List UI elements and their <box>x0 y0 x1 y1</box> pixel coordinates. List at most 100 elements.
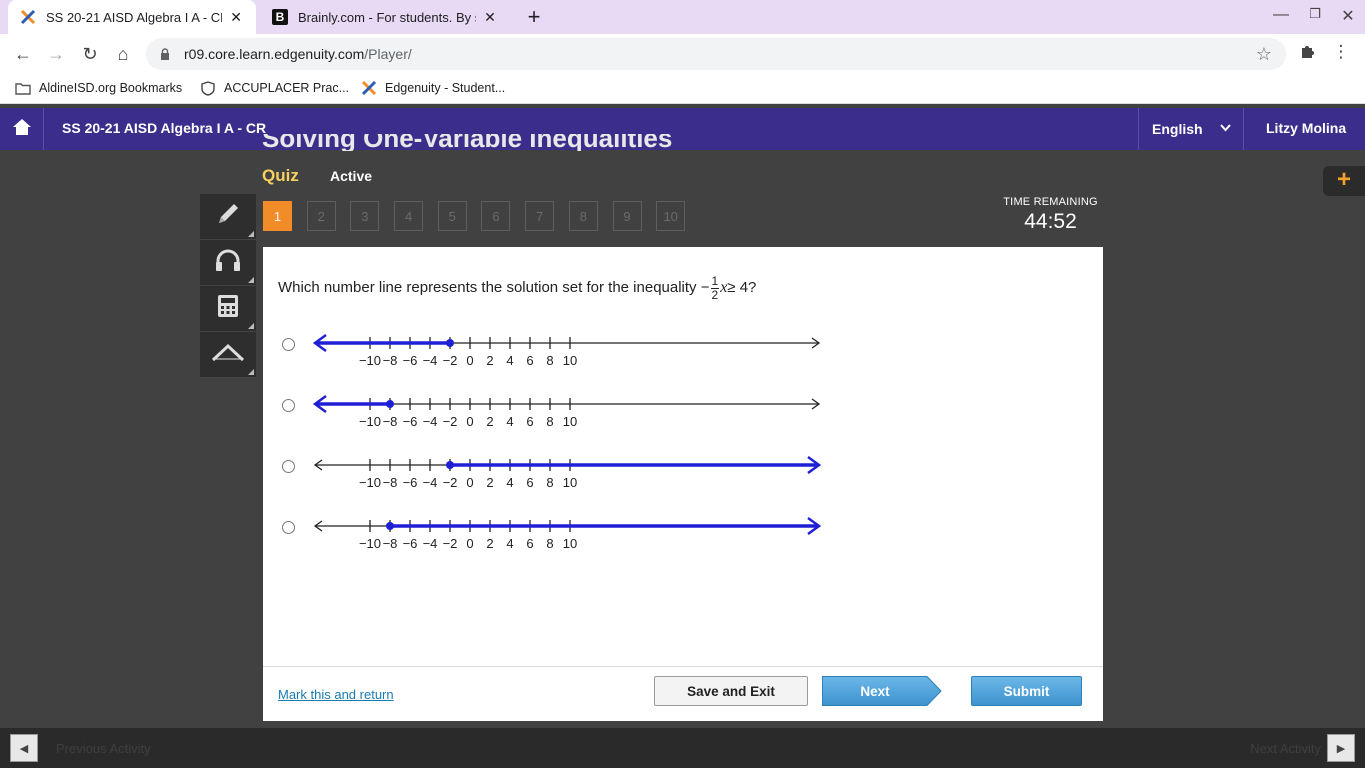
tick-label: −6 <box>403 475 418 489</box>
tick-label: 2 <box>486 353 493 367</box>
back-icon[interactable]: ← <box>11 42 35 66</box>
tab-close-icon[interactable]: ✕ <box>228 9 244 26</box>
bookmark-label: Edgenuity - Student... <box>385 81 506 95</box>
tick-label: 0 <box>466 414 473 428</box>
question-text: Which number line represents the solutio… <box>278 274 756 302</box>
bookmark-aldine[interactable]: AldineISD.org Bookmarks <box>15 80 182 96</box>
tick-label: 10 <box>563 414 577 428</box>
question-button-4[interactable]: 4 <box>394 201 424 231</box>
tick-label: −4 <box>423 353 438 367</box>
language-value: English <box>1152 121 1203 137</box>
calculator-tool-button[interactable] <box>200 286 256 332</box>
tick-label: 4 <box>506 414 513 428</box>
answer-option-2[interactable]: −10 −8 −6 −4 −2 0 2 4 6 8 10 <box>282 384 822 428</box>
tick-label: −10 <box>359 353 381 367</box>
plus-icon[interactable]: + <box>1323 166 1365 196</box>
number-line-graph: −10 −8 −6 −4 −2 0 2 4 6 8 10 <box>313 516 822 550</box>
tick-label: −10 <box>359 414 381 428</box>
minus-sign: − <box>700 279 710 296</box>
answer-option-1[interactable]: −10 −8 −6 −4 −2 0 2 4 6 8 10 <box>282 323 822 367</box>
question-button-5[interactable]: 5 <box>437 201 467 231</box>
edgenuity-x-icon <box>20 9 36 25</box>
bookmarks-bar: AldineISD.org Bookmarks ACCUPLACER Prac.… <box>0 74 1365 104</box>
bookmark-star-icon[interactable]: ☆ <box>1256 44 1272 65</box>
audio-tool-button[interactable] <box>200 240 256 286</box>
forward-icon[interactable]: → <box>44 42 68 66</box>
tab-brainly[interactable]: B Brainly.com - For students. By stu ✕ <box>260 0 510 34</box>
answer-option-3[interactable]: −10 −8 −6 −4 −2 0 2 4 6 8 10 <box>282 445 822 489</box>
question-button-3[interactable]: 3 <box>350 201 380 231</box>
tick-label: −8 <box>383 353 398 367</box>
tick-label: 10 <box>563 536 577 550</box>
restore-icon[interactable]: ❐ <box>1304 6 1326 22</box>
variable: x <box>720 278 728 296</box>
question-button-2[interactable]: 2 <box>306 201 336 231</box>
url-path: /Player/ <box>364 46 412 62</box>
question-button-1[interactable]: 1 <box>263 201 292 231</box>
language-select[interactable]: English <box>1138 108 1244 150</box>
timer-label: TIME REMAINING <box>1003 196 1098 208</box>
window-close-icon[interactable]: ✕ <box>1337 6 1359 26</box>
new-tab-icon[interactable]: + <box>522 4 546 30</box>
pencil-tool-button[interactable] <box>200 194 256 240</box>
tick-label: −10 <box>359 475 381 489</box>
tab-title: Brainly.com - For students. By stu <box>298 9 476 25</box>
next-label: Next <box>860 683 890 699</box>
closed-endpoint-dot <box>386 400 394 408</box>
url-host: r09.core.learn.edgenuity.com <box>184 46 365 62</box>
radio-button[interactable] <box>282 338 295 351</box>
tab-close-icon[interactable]: ✕ <box>482 9 498 26</box>
answer-option-4[interactable]: −10 −8 −6 −4 −2 0 2 4 6 8 10 <box>282 506 822 550</box>
next-activity-label: Next Activity <box>1250 740 1321 756</box>
question-footer: Mark this and return Save and Exit Next … <box>263 666 1103 721</box>
tab-edgenuity[interactable]: SS 20-21 AISD Algebra I A - CR - E ✕ <box>8 0 256 34</box>
formula-tool-button[interactable] <box>200 332 256 378</box>
tick-label: −6 <box>403 414 418 428</box>
reload-icon[interactable]: ↻ <box>78 42 102 66</box>
minimize-icon[interactable]: — <box>1270 6 1292 24</box>
radio-button[interactable] <box>282 460 295 473</box>
user-name[interactable]: Litzy Molina <box>1266 120 1346 136</box>
brainly-b-icon: B <box>272 9 288 25</box>
extensions-puzzle-icon[interactable] <box>1297 42 1319 65</box>
course-title: SS 20-21 AISD Algebra I A - CR <box>62 120 267 136</box>
save-and-exit-button[interactable]: Save and Exit <box>654 676 808 706</box>
calculator-icon <box>217 294 239 323</box>
app-header: SS 20-21 AISD Algebra I A - CR English L… <box>0 108 1365 150</box>
previous-activity-button[interactable]: ◀ Previous Activity <box>10 734 151 762</box>
question-button-6[interactable]: 6 <box>481 201 511 231</box>
question-button-7[interactable]: 7 <box>525 201 555 231</box>
submit-button[interactable]: Submit <box>971 676 1082 706</box>
radio-button[interactable] <box>282 399 295 412</box>
tick-label: 0 <box>466 536 473 550</box>
bookmark-edgenuity[interactable]: Edgenuity - Student... <box>361 80 505 96</box>
question-button-10[interactable]: 10 <box>656 201 686 231</box>
tick-label: −2 <box>443 536 458 550</box>
tick-label: 2 <box>486 475 493 489</box>
tick-label: 0 <box>466 475 473 489</box>
address-bar[interactable]: r09.core.learn.edgenuity.com/Player/ ☆ <box>146 38 1286 70</box>
home-button[interactable] <box>0 108 44 150</box>
next-activity-button[interactable]: Next Activity ▶ <box>1250 734 1355 762</box>
radio-button[interactable] <box>282 521 295 534</box>
question-button-9[interactable]: 9 <box>612 201 642 231</box>
question-prefix: Which number line represents the solutio… <box>278 279 697 296</box>
closed-endpoint-dot <box>446 461 454 469</box>
tab-title: SS 20-21 AISD Algebra I A - CR - E <box>46 9 222 25</box>
triangle-left-icon: ◀ <box>10 734 38 762</box>
home-icon[interactable]: ⌂ <box>111 42 135 66</box>
caret-chevron-icon <box>211 342 245 367</box>
next-button[interactable]: Next <box>822 676 942 706</box>
tick-label: 6 <box>526 475 533 489</box>
headphones-icon <box>214 248 242 277</box>
tick-label: −4 <box>423 475 438 489</box>
activity-status-label: Active <box>330 168 373 184</box>
question-button-8[interactable]: 8 <box>568 201 598 231</box>
home-icon <box>12 118 32 141</box>
timer-value: 44:52 <box>1024 210 1077 233</box>
activity-type-label: Quiz <box>262 166 299 185</box>
tick-label: 8 <box>546 475 553 489</box>
browser-menu-icon[interactable]: ⋮ <box>1330 42 1352 62</box>
bookmark-accuplacer[interactable]: ACCUPLACER Prac... <box>200 80 349 96</box>
mark-and-return-link[interactable]: Mark this and return <box>278 687 394 702</box>
